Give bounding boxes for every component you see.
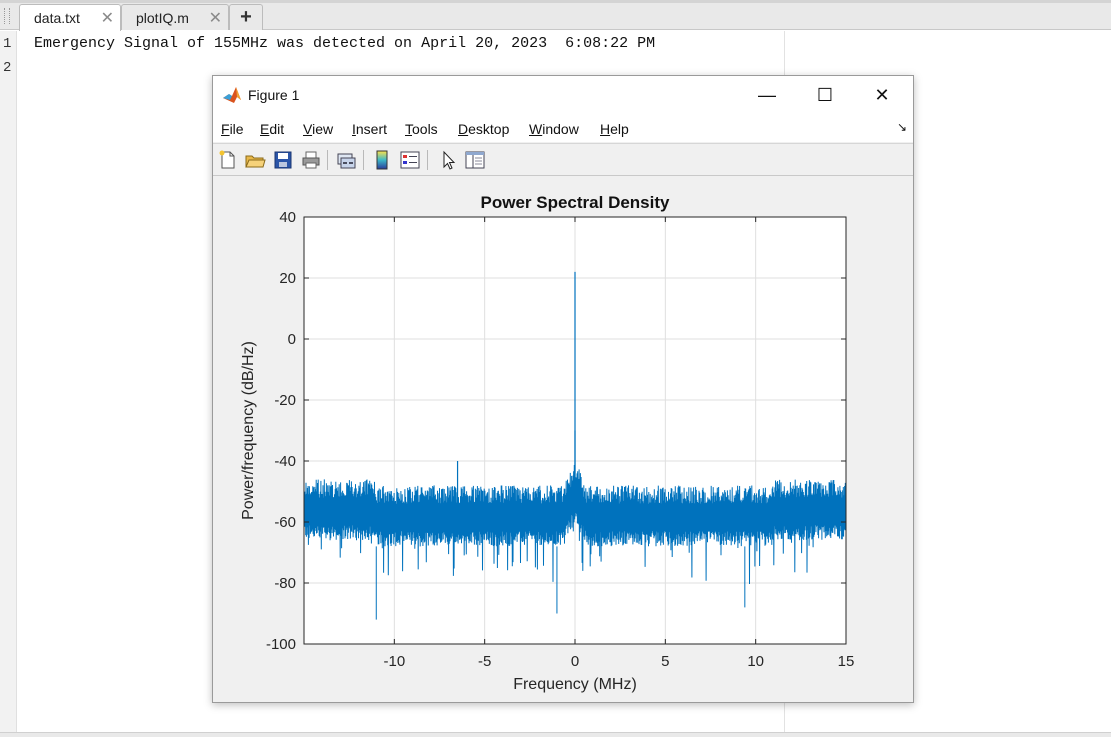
y-tick-label: -60 xyxy=(274,514,296,531)
x-tick-label: 15 xyxy=(838,653,855,670)
menu-label: ools xyxy=(412,121,438,137)
y-tick-label: -40 xyxy=(274,453,296,470)
tab-strip-top-border xyxy=(0,0,1111,3)
open-folder-icon[interactable] xyxy=(244,149,266,171)
menu-accel: H xyxy=(600,121,611,137)
x-tick-label: 10 xyxy=(747,653,764,670)
link-plot-icon[interactable] xyxy=(335,149,357,171)
maximize-button[interactable]: ☐ xyxy=(802,80,848,110)
chart-title: Power Spectral Density xyxy=(481,193,671,212)
code-line[interactable]: Emergency Signal of 155MHz was detected … xyxy=(34,35,655,52)
legend-icon[interactable] xyxy=(399,149,421,171)
line-number: 1 xyxy=(3,36,12,52)
y-tick-label: -80 xyxy=(274,575,296,592)
figure-menu-bar: File Edit View Insert Tools Desktop Wind… xyxy=(213,114,913,142)
menu-label: dit xyxy=(269,121,285,137)
y-tick-label: -20 xyxy=(274,392,296,409)
tab-label: data.txt xyxy=(34,10,80,26)
x-axis-label: Frequency (MHz) xyxy=(513,676,637,693)
menu-label: iew xyxy=(312,121,334,137)
toolbar-separator xyxy=(327,150,328,170)
tab-plotiq-m[interactable]: plotIQ.m ✕ xyxy=(121,4,229,30)
plot-area: -10 -5 0 5 10 15 40 20 0 -20 -40 -60 -80 -100 Power Sp… xyxy=(213,176,913,702)
menu-accel: T xyxy=(405,121,412,137)
psd-chart[interactable]: -10 -5 0 5 10 15 40 20 0 -20 -40 -60 -80 -100 Power Sp… xyxy=(213,176,913,702)
y-tick-label: 20 xyxy=(279,270,296,287)
menu-label: ile xyxy=(229,121,244,137)
menu-desktop[interactable]: Desktop xyxy=(458,121,509,137)
x-tick-label: -5 xyxy=(478,653,491,670)
matlab-logo-icon xyxy=(222,85,242,105)
menu-insert[interactable]: Insert xyxy=(352,121,387,137)
close-button[interactable]: ✕ xyxy=(859,80,905,110)
tab-close-icon[interactable]: ✕ xyxy=(209,8,222,28)
menu-view[interactable]: View xyxy=(303,121,333,137)
menu-label: nsert xyxy=(355,121,388,137)
menu-edit[interactable]: Edit xyxy=(260,121,284,137)
new-figure-icon[interactable] xyxy=(217,149,239,171)
menu-overflow-icon[interactable]: ↘ xyxy=(897,120,907,134)
menu-accel: D xyxy=(458,121,469,137)
y-tick-label: 40 xyxy=(279,209,296,226)
menu-window[interactable]: Window xyxy=(529,121,579,137)
figure-window: Figure 1 — ☐ ✕ File Edit View Insert Too… xyxy=(212,75,914,703)
menu-label: indow xyxy=(542,121,579,137)
line-number-gutter xyxy=(0,31,17,736)
x-tick-label: -10 xyxy=(383,653,405,670)
pointer-icon[interactable] xyxy=(437,149,459,171)
menu-accel: E xyxy=(260,121,270,137)
colorbar-icon[interactable] xyxy=(371,149,393,171)
tab-data-txt[interactable]: data.txt ✕ xyxy=(19,4,121,31)
figure-title-bar[interactable]: Figure 1 — ☐ ✕ xyxy=(213,76,913,114)
menu-accel: V xyxy=(303,121,313,137)
figure-toolbar xyxy=(213,143,913,176)
tab-strip-grip-icon[interactable] xyxy=(4,8,10,24)
minimize-button[interactable]: — xyxy=(744,80,790,110)
toolbar-separator xyxy=(427,150,428,170)
add-tab-button[interactable]: + xyxy=(229,4,263,30)
tab-label: plotIQ.m xyxy=(136,10,189,26)
menu-file[interactable]: File xyxy=(221,121,244,137)
menu-accel: W xyxy=(529,121,543,137)
menu-label: elp xyxy=(610,121,629,137)
menu-tools[interactable]: Tools xyxy=(405,121,438,137)
menu-label: esktop xyxy=(468,121,510,137)
x-tick-label: 0 xyxy=(571,653,579,670)
editor-bottom-border xyxy=(0,732,1111,737)
save-icon[interactable] xyxy=(272,149,294,171)
property-inspector-icon[interactable] xyxy=(464,149,486,171)
y-tick-label: -100 xyxy=(266,636,296,653)
line-number: 2 xyxy=(3,60,12,76)
figure-title: Figure 1 xyxy=(248,87,300,103)
y-tick-label: 0 xyxy=(288,331,296,348)
menu-accel: F xyxy=(221,121,230,137)
menu-help[interactable]: Help xyxy=(600,121,629,137)
print-icon[interactable] xyxy=(300,149,322,171)
tab-close-icon[interactable]: ✕ xyxy=(101,8,114,28)
toolbar-separator xyxy=(363,150,364,170)
y-axis-label: Power/frequency (dB/Hz) xyxy=(240,341,257,520)
x-tick-label: 5 xyxy=(661,653,669,670)
editor-tab-strip: data.txt ✕ plotIQ.m ✕ + xyxy=(0,0,1111,31)
